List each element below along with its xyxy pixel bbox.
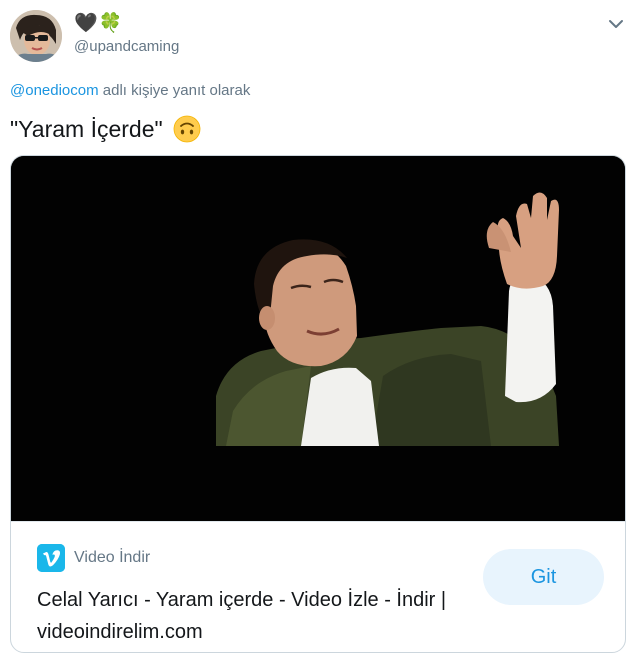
video-thumbnail[interactable]: [11, 156, 625, 521]
reply-context: @onediocom adlı kişiye yanıt olarak: [10, 82, 250, 99]
avatar-photo: [10, 10, 62, 62]
vimeo-icon: [37, 544, 65, 572]
video-still-image: [11, 156, 625, 521]
avatar[interactable]: [10, 10, 62, 62]
link-card[interactable]: Video İndir Celal Yarıcı - Yaram içerde …: [10, 155, 626, 653]
upside-down-face-icon: [173, 115, 201, 143]
card-title[interactable]: Celal Yarıcı - Yaram içerde - Video İzle…: [37, 584, 457, 648]
reply-mention-link[interactable]: @onediocom: [10, 82, 99, 99]
card-details[interactable]: Video İndir Celal Yarıcı - Yaram içerde …: [11, 521, 625, 652]
user-handle[interactable]: @upandcaming: [74, 38, 179, 55]
card-source: Video İndir: [74, 549, 151, 566]
go-button[interactable]: Git: [483, 549, 604, 605]
display-name[interactable]: 🖤🍀: [74, 13, 123, 35]
tweet-body: "Yaram İçerde": [10, 112, 201, 146]
tweet-header: 🖤🍀 @upandcaming: [0, 0, 635, 70]
tweet-text: "Yaram İçerde": [10, 116, 163, 142]
reply-suffix: adlı kişiye yanıt olarak: [98, 82, 251, 99]
chevron-down-icon[interactable]: [604, 14, 628, 34]
